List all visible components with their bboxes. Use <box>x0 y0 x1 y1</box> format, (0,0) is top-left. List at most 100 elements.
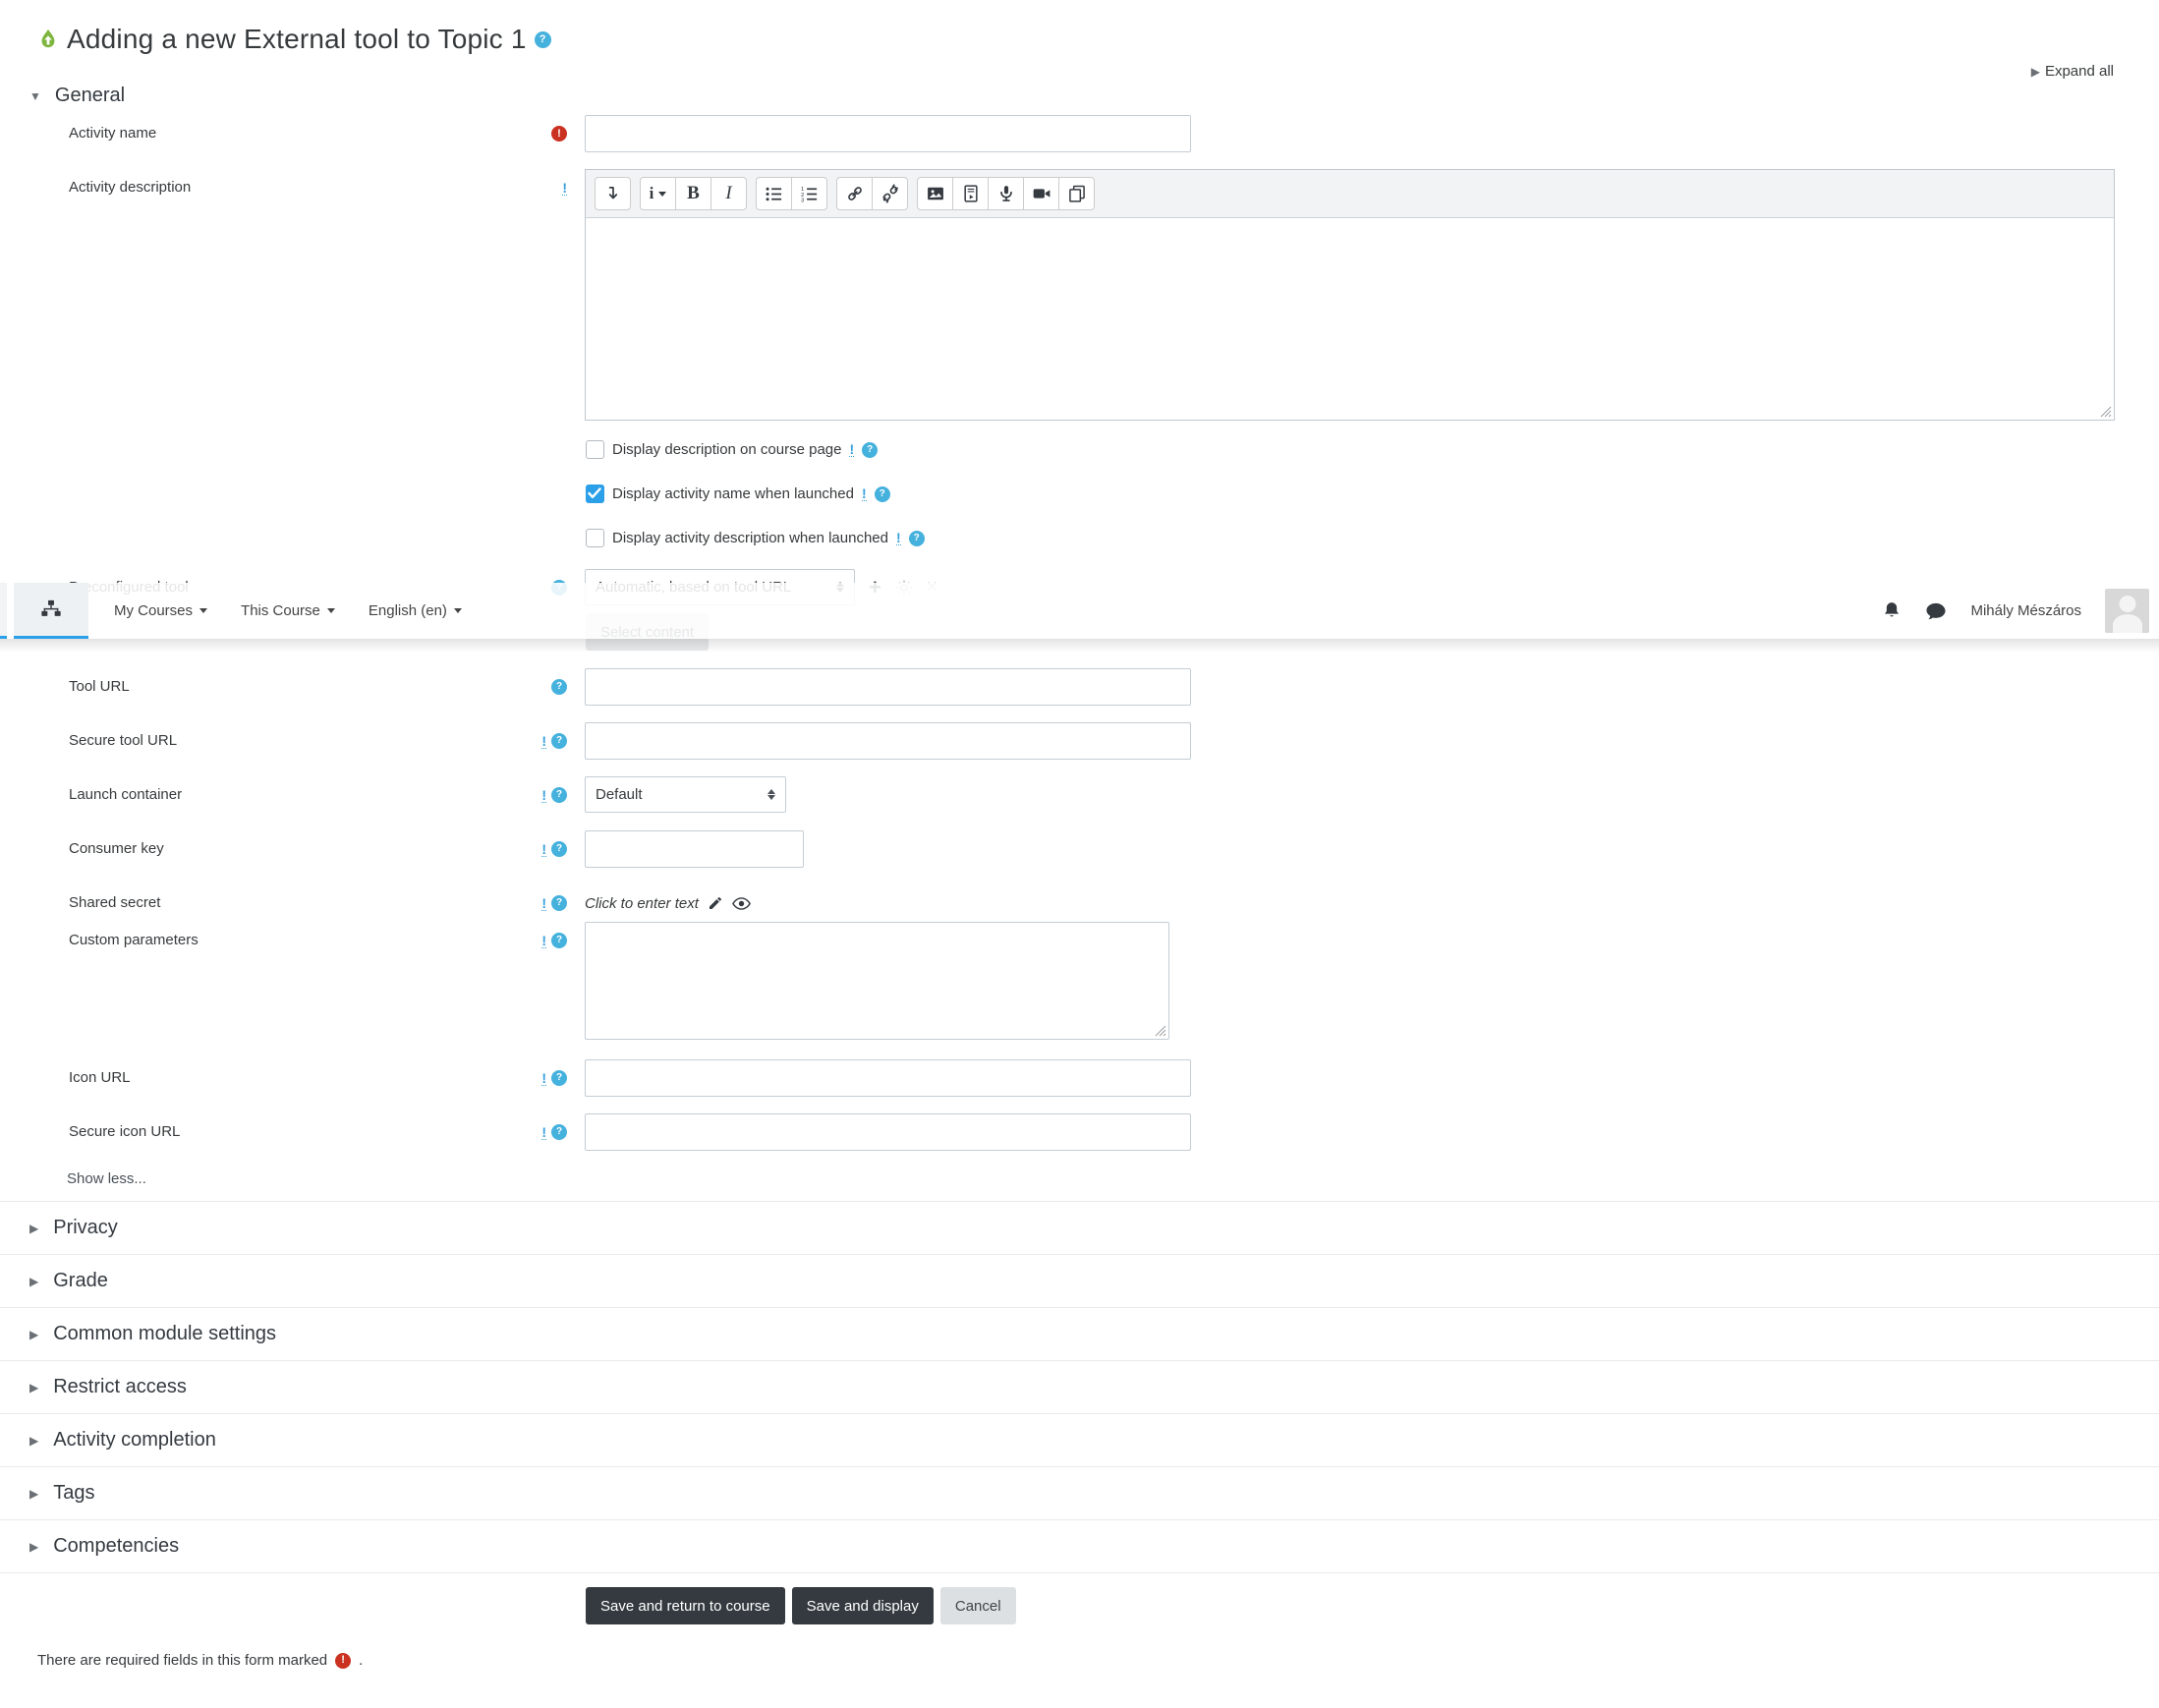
nav-edge-tab <box>0 583 7 639</box>
row-activity-description: Activity description ! i B I 1 2 3 <box>0 169 2159 421</box>
row-custom-parameters: Custom parameters !? <box>0 922 2159 1040</box>
help-question-icon[interactable]: ? <box>551 895 567 911</box>
secure-icon-url-input[interactable] <box>585 1113 1191 1151</box>
pencil-icon[interactable] <box>708 895 723 911</box>
show-less-link[interactable]: Show less... <box>67 1170 2159 1187</box>
expand-all-link[interactable]: ▶ Expand all <box>2031 63 2114 80</box>
record-audio-icon[interactable] <box>988 177 1024 210</box>
section-general-title: General <box>54 85 126 106</box>
checkbox-label: Display activity description when launch… <box>612 530 888 546</box>
page-header: Adding a new External tool to Topic 1 ? … <box>0 0 2159 80</box>
section-common-module-settings[interactable]: ▶ Common module settings <box>0 1307 2159 1360</box>
bell-icon[interactable] <box>1882 600 1902 621</box>
chevron-right-icon: ▶ <box>29 1327 39 1341</box>
launch-container-select[interactable]: Default <box>585 776 786 813</box>
editor-toolbar: i B I 123 <box>586 170 2114 218</box>
row-icon-url: Icon URL !? <box>0 1059 2159 1097</box>
navbar: My Courses This Course English (en) Mihá… <box>0 583 2159 653</box>
save-and-display-button[interactable]: Save and display <box>791 1587 934 1624</box>
advanced-icon: ! <box>895 530 901 545</box>
required-icon: ! <box>335 1652 352 1669</box>
section-general-header[interactable]: ▼ General <box>29 85 2159 107</box>
tool-url-input[interactable] <box>585 668 1191 706</box>
section-restrict-access[interactable]: ▶ Restrict access <box>0 1360 2159 1413</box>
insert-image-icon[interactable] <box>917 177 953 210</box>
link-icon[interactable] <box>836 177 873 210</box>
row-shared-secret: Shared secret !? Click to enter text <box>0 884 2159 922</box>
help-question-icon[interactable]: ? <box>551 787 567 803</box>
bold-icon[interactable]: B <box>675 177 711 210</box>
manage-files-icon[interactable] <box>1058 177 1095 210</box>
custom-parameters-textarea[interactable] <box>585 922 1169 1040</box>
save-and-return-button[interactable]: Save and return to course <box>586 1587 785 1624</box>
editor-content-area[interactable] <box>586 218 2114 420</box>
resize-grip-icon[interactable] <box>2100 406 2112 418</box>
eye-icon[interactable] <box>732 896 751 911</box>
help-question-icon[interactable]: ? <box>551 1070 567 1086</box>
chat-icon[interactable] <box>1925 601 1947 621</box>
styles-menu-icon[interactable]: i <box>640 177 676 210</box>
section-competencies[interactable]: ▶ Competencies <box>0 1519 2159 1573</box>
section-privacy[interactable]: ▶ Privacy <box>0 1201 2159 1254</box>
secure-tool-url-input[interactable] <box>585 722 1191 760</box>
row-secure-icon-url: Secure icon URL !? <box>0 1113 2159 1151</box>
svg-text:3: 3 <box>801 198 805 202</box>
shared-secret-placeholder[interactable]: Click to enter text <box>585 895 699 912</box>
icon-url-label: Icon URL <box>69 1069 131 1086</box>
chevron-right-icon: ▶ <box>29 1486 39 1501</box>
collapse-toolbar-icon[interactable] <box>595 177 631 210</box>
row-tool-url: Tool URL ? <box>0 668 2159 706</box>
external-tool-icon <box>41 28 55 48</box>
section-grade[interactable]: ▶ Grade <box>0 1254 2159 1307</box>
advanced-icon: ! <box>849 441 855 457</box>
secure-tool-url-label: Secure tool URL <box>69 732 178 749</box>
nav-my-courses[interactable]: My Courses <box>114 602 208 619</box>
display-activity-description-checkbox[interactable] <box>586 529 604 547</box>
activity-name-label: Activity name <box>69 125 157 142</box>
display-activity-name-checkbox[interactable] <box>586 484 604 503</box>
activity-name-input[interactable] <box>585 115 1191 152</box>
required-icon: ! <box>551 126 567 142</box>
help-question-icon[interactable]: ? <box>551 933 567 948</box>
display-description-checkbox[interactable] <box>586 440 604 459</box>
advanced-icon: ! <box>541 894 546 911</box>
help-question-icon[interactable]: ? <box>551 841 567 857</box>
site-home-button[interactable] <box>14 583 88 639</box>
insert-media-icon[interactable] <box>952 177 989 210</box>
section-activity-completion[interactable]: ▶ Activity completion <box>0 1413 2159 1466</box>
help-question-icon[interactable]: ? <box>551 733 567 749</box>
advanced-icon: ! <box>541 840 546 857</box>
consumer-key-input[interactable] <box>585 830 804 868</box>
ordered-list-icon[interactable]: 123 <box>791 177 827 210</box>
chevron-right-icon: ▶ <box>29 1274 39 1288</box>
nav-language[interactable]: English (en) <box>369 602 462 619</box>
resize-grip-icon[interactable] <box>1155 1025 1166 1037</box>
help-question-icon[interactable]: ? <box>862 441 879 458</box>
section-tags[interactable]: ▶ Tags <box>0 1466 2159 1519</box>
checkbox-label: Display description on course page <box>612 441 842 458</box>
custom-parameters-label: Custom parameters <box>69 932 199 948</box>
chevron-right-icon: ▶ <box>29 1221 39 1235</box>
form-actions: Save and return to course Save and displ… <box>586 1587 2159 1624</box>
help-question-icon[interactable]: ? <box>908 530 925 546</box>
tool-url-label: Tool URL <box>69 678 130 695</box>
icon-url-input[interactable] <box>585 1059 1191 1097</box>
chevron-down-icon <box>199 608 208 613</box>
record-video-icon[interactable] <box>1023 177 1059 210</box>
help-question-icon[interactable]: ? <box>874 485 890 502</box>
nav-right: Mihály Mészáros <box>1882 589 2159 633</box>
help-question-icon[interactable]: ? <box>551 679 567 695</box>
avatar[interactable] <box>2105 589 2149 633</box>
italic-icon[interactable]: I <box>710 177 747 210</box>
chevron-right-icon: ▶ <box>29 1380 39 1395</box>
cancel-button[interactable]: Cancel <box>939 1587 1016 1624</box>
nav-menu: My Courses This Course English (en) <box>114 602 462 619</box>
chevron-down-icon <box>453 608 462 613</box>
user-name[interactable]: Mihály Mészáros <box>1970 602 2081 619</box>
unordered-list-icon[interactable] <box>756 177 792 210</box>
row-secure-tool-url: Secure tool URL !? <box>0 722 2159 760</box>
help-question-icon[interactable]: ? <box>534 30 551 48</box>
nav-this-course[interactable]: This Course <box>241 602 335 619</box>
help-question-icon[interactable]: ? <box>551 1124 567 1140</box>
unlink-icon[interactable] <box>872 177 908 210</box>
